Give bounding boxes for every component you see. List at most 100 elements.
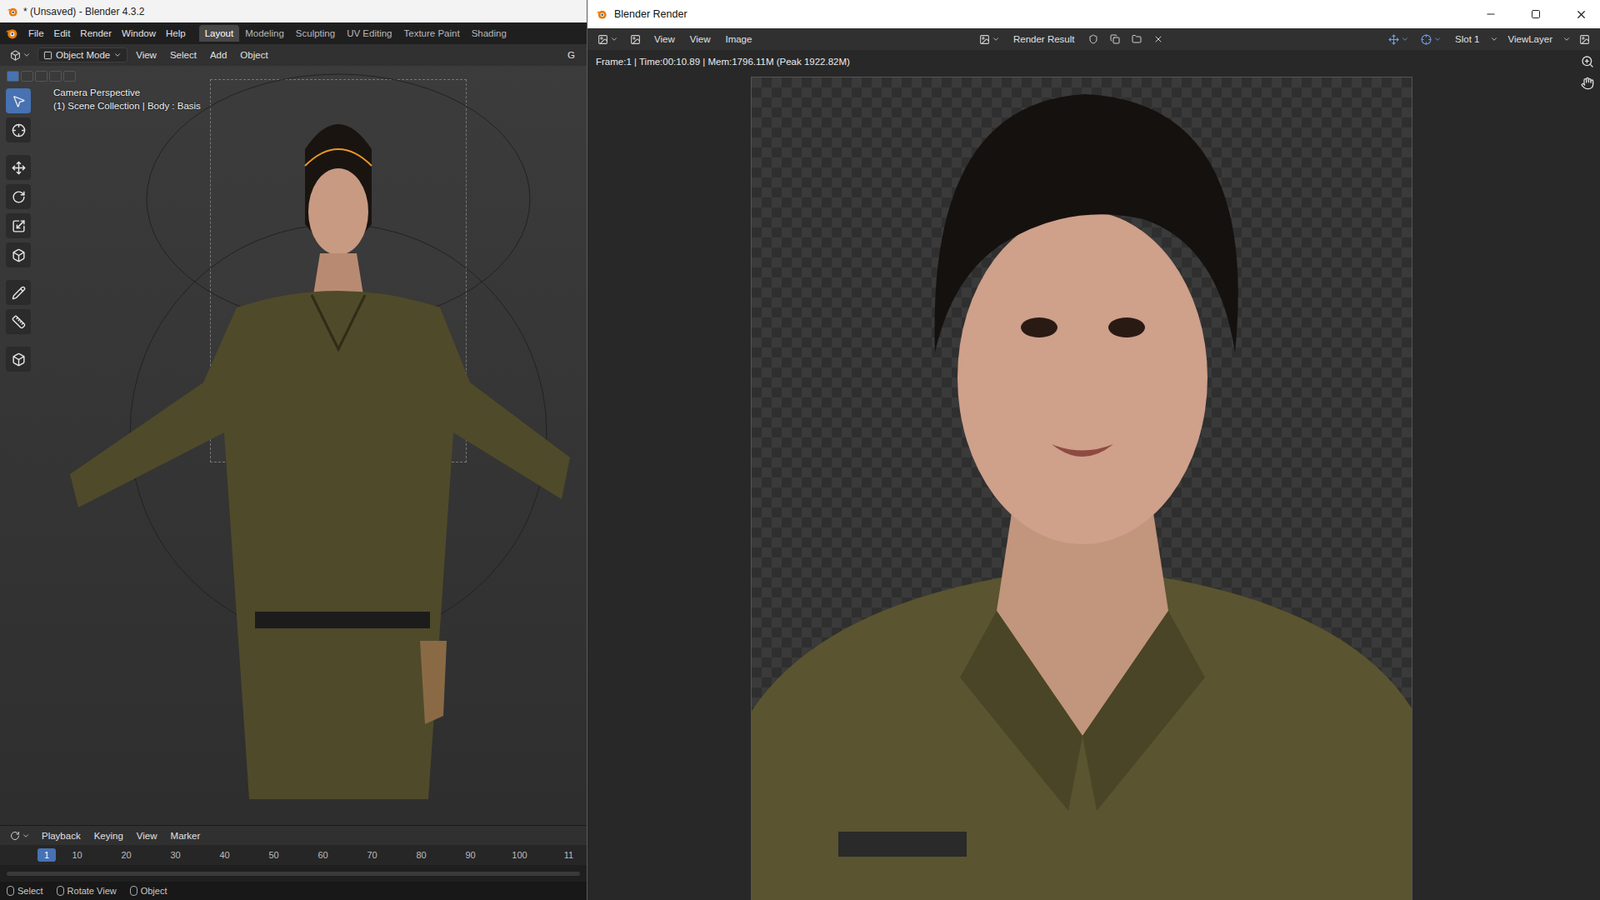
frame-tick: 70 [347,850,397,860]
editor-type-icon[interactable] [594,32,622,47]
viewport-menu[interactable]: Select [165,47,202,63]
blender-logo-icon [5,26,19,40]
toolbar [0,65,37,825]
image-browse-icon[interactable] [975,32,1004,47]
overlay-icon[interactable] [1417,32,1445,47]
top-bar: FileEditRenderWindowHelp LayoutModelingSc… [0,22,587,45]
viewport-menu[interactable]: Add [205,47,232,63]
viewport-canvas[interactable]: Camera Perspective(1) Scene Collection |… [36,65,587,825]
rotate-tool-icon[interactable] [5,184,31,210]
workspace-tab[interactable]: Shading [465,25,513,42]
add-cube-tool-icon[interactable] [5,346,31,372]
close-icon[interactable] [1561,0,1600,29]
view-mode-icon[interactable] [626,32,645,47]
render-window-title: Blender Render [614,8,688,20]
workspace-tab[interactable]: Sculpting [290,25,341,42]
render-title-bar: Blender Render [587,0,1600,29]
title-bar: * (Unsaved) - Blender 4.3.2 [0,0,587,23]
menu-item[interactable]: File [23,25,50,41]
frame-tick: 80 [396,850,446,860]
desktop: * (Unsaved) - Blender 4.3.2FileEditRende… [0,0,1600,900]
slot-dropdown[interactable]: Slot 1 [1450,31,1485,47]
cursor-tool-icon[interactable] [5,117,31,143]
select-mode-icon[interactable] [20,70,34,82]
timeline-menu[interactable]: Marker [165,828,206,844]
timeline-editor-icon[interactable] [6,829,34,843]
mouse-icon [130,885,138,896]
measure-tool-icon[interactable] [5,309,31,335]
scene-figure-icon [36,65,587,800]
view-layer-dropdown[interactable]: ViewLayer [1503,31,1559,47]
navigation-gizmos [1575,50,1600,900]
editor-type-icon[interactable] [6,48,35,63]
blender-logo-icon [595,8,608,20]
transform-orientation[interactable]: G [562,47,580,63]
minimize-icon[interactable] [1471,0,1510,29]
maximize-icon[interactable] [1516,0,1555,29]
status-bar: Select Rotate View Object [0,881,587,900]
blender-main-window: * (Unsaved) - Blender 4.3.2 FileEditRende… [0,0,587,900]
select-tool-icon[interactable] [5,88,31,114]
annotate-tool-icon[interactable] [5,280,31,305]
workspace-tab[interactable]: Modeling [239,25,290,42]
menu-item[interactable]: Help [160,25,191,41]
workspace-tab[interactable]: UV Editing [340,25,398,42]
workspace-tab[interactable]: Layout [199,25,240,42]
gizmo-icon[interactable] [1385,32,1413,47]
unlink-icon[interactable] [1150,32,1167,46]
current-frame[interactable]: 1 [37,848,56,862]
status-item: Object [130,885,168,896]
move-tool-icon[interactable] [5,155,31,180]
viewport-header: Object ModeViewSelectAddObject G [0,44,587,66]
render-info: Frame:1 | Time:00:10.89 | Mem:1796.11M (… [587,50,1575,77]
render-result-image [750,76,1413,900]
display-channels-icon[interactable] [1575,32,1594,47]
timeline-menu[interactable]: View [131,828,163,844]
window-title: * (Unsaved) - Blender 4.3.2 [23,5,145,18]
image-editor-header: ViewViewImageRender ResultSlot 1ViewLaye… [587,28,1600,50]
image-menu[interactable]: View [649,31,680,47]
pan-hand-icon[interactable] [1580,76,1595,90]
select-mode-row [6,70,76,82]
open-icon[interactable] [1128,32,1145,46]
workspace-tab[interactable]: Texture Paint [398,25,466,42]
menu-item[interactable]: Render [75,25,117,41]
mode-dropdown[interactable]: Object Mode [37,47,128,63]
image-menu[interactable]: View [685,31,716,47]
status-item: Rotate View [56,885,117,896]
image-menu[interactable]: Image [720,31,757,47]
mouse-icon [6,885,15,896]
select-mode-icon[interactable] [49,70,62,82]
frame-tick: 20 [101,850,151,860]
transform-tool-icon[interactable] [5,242,31,268]
frame-ruler[interactable]: 110203040506070809010011 [0,845,587,865]
duplicate-icon[interactable] [1106,32,1124,46]
select-mode-icon[interactable] [6,70,20,82]
timeline-header: PlaybackKeyingViewMarker [0,825,587,845]
frame-tick: 50 [249,850,299,860]
frame-tick: 60 [298,850,348,860]
3d-viewport[interactable]: Object ModeViewSelectAddObject G Camera Pe… [0,44,587,825]
viewport-menu[interactable]: View [130,47,162,63]
status-item: Select [6,885,44,896]
viewport-overlay-text: (1) Scene Collection | Body : Basis [53,99,570,113]
viewport-overlay-text: Camera Perspective [53,85,570,100]
select-mode-icon[interactable] [63,70,76,82]
scale-tool-icon[interactable] [5,213,31,239]
timeline-track[interactable] [0,865,587,882]
image-name[interactable]: Render Result [1008,31,1080,47]
menu-item[interactable]: Edit [49,25,76,41]
timeline-menu[interactable]: Playback [36,828,86,844]
render-portrait-icon [751,77,1413,900]
fake-user-icon[interactable] [1085,32,1102,46]
frame-tick: 30 [150,850,200,860]
blender-logo-icon [6,5,19,18]
zoom-icon[interactable] [1580,55,1595,69]
timeline-menu[interactable]: Keying [89,828,129,844]
select-mode-icon[interactable] [35,70,48,82]
menu-item[interactable]: Window [116,25,161,41]
render-window: Blender RenderViewViewImageRender Result… [586,0,1600,900]
mouse-icon [56,885,65,896]
frame-tick: 10 [52,850,102,860]
viewport-menu[interactable]: Object [235,47,273,63]
